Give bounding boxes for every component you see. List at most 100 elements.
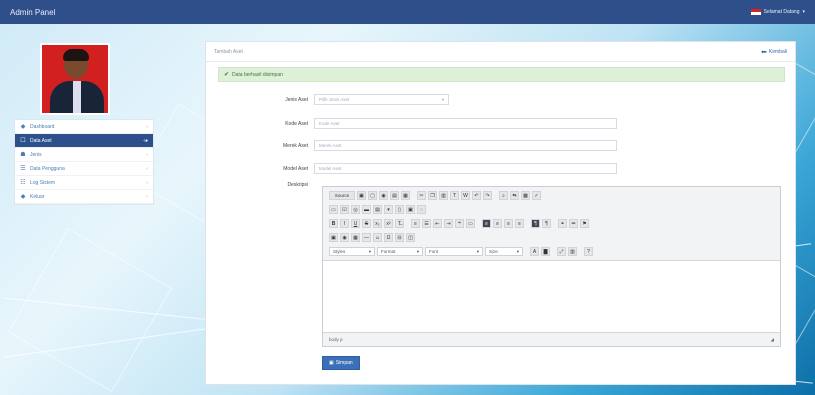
paste-text-icon[interactable]: T <box>450 191 459 200</box>
chevron-down-icon: ▾ <box>516 248 519 254</box>
new-page-icon[interactable]: ▢ <box>368 191 377 200</box>
remove-format-icon[interactable]: T̶ <box>395 219 404 228</box>
model-input[interactable]: Model Aset <box>314 163 617 174</box>
show-blocks-icon[interactable]: ▥ <box>568 247 577 256</box>
templates-icon[interactable]: ▦ <box>401 191 410 200</box>
numbered-list-icon[interactable]: ≡ <box>411 219 420 228</box>
jenis-select[interactable]: Pilih Jenis Aset ▾ <box>314 94 449 105</box>
subscript-icon[interactable]: x₂ <box>373 219 382 228</box>
anchor-icon[interactable]: ⚑ <box>580 219 589 228</box>
logout-icon: ◆ <box>20 194 26 200</box>
align-right-icon[interactable]: ≡ <box>504 219 513 228</box>
merek-input[interactable]: Merek Aset <box>314 140 617 151</box>
outdent-icon[interactable]: ⇤ <box>433 219 442 228</box>
form-icon[interactable]: ▭ <box>329 205 338 214</box>
unlink-icon[interactable]: ⚮ <box>569 219 578 228</box>
link-icon[interactable]: ⚭ <box>558 219 567 228</box>
chevron-down-icon: ▾ <box>476 248 479 254</box>
styles-dropdown-label: Styles <box>333 249 346 254</box>
kode-input[interactable]: Kode Aset <box>314 118 617 129</box>
div-icon[interactable]: ▭ <box>466 219 475 228</box>
strike-icon[interactable]: S <box>362 219 371 228</box>
format-dropdown[interactable]: Format ▾ <box>377 247 423 256</box>
bold-icon[interactable]: B <box>329 219 338 228</box>
flash-icon[interactable]: ◉ <box>340 233 349 242</box>
radio-icon[interactable]: ◎ <box>351 205 360 214</box>
superscript-icon[interactable]: x² <box>384 219 393 228</box>
select-icon[interactable]: ▾ <box>384 205 393 214</box>
find-icon[interactable]: ⌕ <box>499 191 508 200</box>
merek-label: Merek Aset <box>282 142 308 149</box>
undo-icon[interactable]: ↶ <box>472 191 481 200</box>
hidden-field-icon[interactable]: ◌ <box>417 205 426 214</box>
copy-icon[interactable]: ❐ <box>428 191 437 200</box>
form-row-merek: Merek Aset Merek Aset <box>206 140 617 151</box>
user-menu-label: Selamat Datang <box>763 9 800 15</box>
sidebar-menu: ◆ Dashboard ‹ ☐ Data Aset ‹● ☗ Jenis ‹ ☰… <box>14 119 154 205</box>
font-dropdown[interactable]: Font ▾ <box>425 247 483 256</box>
align-left-icon[interactable]: ≡ <box>482 219 491 228</box>
image-button-icon[interactable]: ▣ <box>406 205 415 214</box>
align-center-icon[interactable]: ≡ <box>493 219 502 228</box>
redo-icon[interactable]: ↷ <box>483 191 492 200</box>
sidebar-item-dashboard[interactable]: ◆ Dashboard ‹ <box>15 120 153 134</box>
spellcheck-icon[interactable]: ✓ <box>532 191 541 200</box>
textarea-icon[interactable]: ▤ <box>373 205 382 214</box>
chevron-left-icon: ‹ <box>146 193 148 200</box>
panel-header: Tambah Aset ⬅ Kembali <box>206 42 795 62</box>
save-button[interactable]: ▣ Simpan <box>322 356 360 370</box>
rtl-icon[interactable]: ¶ <box>542 219 551 228</box>
source-button[interactable]: Source <box>329 191 355 200</box>
horizontal-line-icon[interactable]: ― <box>362 233 371 242</box>
sidebar-item-log-sistem[interactable]: ☷ Log Sistem ‹ <box>15 176 153 190</box>
kode-label: Kode Aset <box>285 120 308 127</box>
back-link[interactable]: ⬅ Kembali <box>761 48 787 56</box>
form-row-jenis: Jenis Aset Pilih Jenis Aset ▾ <box>206 94 449 105</box>
app-title[interactable]: Admin Panel <box>10 8 55 17</box>
image-icon[interactable]: ▣ <box>329 233 338 242</box>
resize-handle-icon[interactable]: ◢ <box>771 337 774 343</box>
indent-icon[interactable]: ⇥ <box>444 219 453 228</box>
print-icon[interactable]: ▤ <box>390 191 399 200</box>
size-dropdown[interactable]: Size ▾ <box>485 247 523 256</box>
user-menu[interactable]: Selamat Datang ▾ <box>750 9 805 15</box>
element-path[interactable]: body p <box>329 337 343 342</box>
table-icon[interactable]: ▦ <box>351 233 360 242</box>
bullet-list-icon[interactable]: ☰ <box>422 219 431 228</box>
chevron-down-icon: ▾ <box>802 9 805 15</box>
save-icon: ▣ <box>329 360 334 366</box>
replace-icon[interactable]: ⇆ <box>510 191 519 200</box>
sidebar-item-data-aset[interactable]: ☐ Data Aset ‹● <box>15 134 153 148</box>
save-icon[interactable]: ▣ <box>357 191 366 200</box>
page-break-icon[interactable]: ⊟ <box>395 233 404 242</box>
sidebar-item-data-pengguna[interactable]: ☰ Data Pengguna ‹ <box>15 162 153 176</box>
smiley-icon[interactable]: ☺ <box>373 233 382 242</box>
textfield-icon[interactable]: ▬ <box>362 205 371 214</box>
model-placeholder: Model Aset <box>319 166 342 171</box>
sidebar-item-label: Jenis <box>30 151 42 158</box>
paste-icon[interactable]: ▥ <box>439 191 448 200</box>
maximize-icon[interactable]: ⤢ <box>557 247 566 256</box>
sidebar-item-jenis[interactable]: ☗ Jenis ‹ <box>15 148 153 162</box>
special-char-icon[interactable]: Ω <box>384 233 393 242</box>
paste-word-icon[interactable]: W <box>461 191 470 200</box>
iframe-icon[interactable]: ◫ <box>406 233 415 242</box>
button-icon[interactable]: ▯ <box>395 205 404 214</box>
editor-status-bar: body p ◢ <box>323 332 780 346</box>
cut-icon[interactable]: ✂ <box>417 191 426 200</box>
align-justify-icon[interactable]: ≡ <box>515 219 524 228</box>
select-all-icon[interactable]: ▩ <box>521 191 530 200</box>
preview-icon[interactable]: ◉ <box>379 191 388 200</box>
styles-dropdown[interactable]: Styles ▾ <box>329 247 375 256</box>
sidebar-item-keluar[interactable]: ◆ Keluar ‹ <box>15 190 153 204</box>
italic-icon[interactable]: I <box>340 219 349 228</box>
editor-content-area[interactable] <box>323 261 780 332</box>
underline-icon[interactable]: U <box>351 219 360 228</box>
rich-text-editor: Source ▣ ▢ ◉ ▤ ▦ ✂ ❐ ▥ T W ↶ ↷ ⌕ ⇆ ▩ ✓ ▭… <box>322 186 781 347</box>
checkbox-icon[interactable]: ☑ <box>340 205 349 214</box>
blockquote-icon[interactable]: ❝ <box>455 219 464 228</box>
help-icon[interactable]: ? <box>584 247 593 256</box>
text-color-icon[interactable]: A <box>530 247 539 256</box>
ltr-icon[interactable]: ¶ <box>531 219 540 228</box>
bg-color-icon[interactable]: ▇ <box>541 247 550 256</box>
